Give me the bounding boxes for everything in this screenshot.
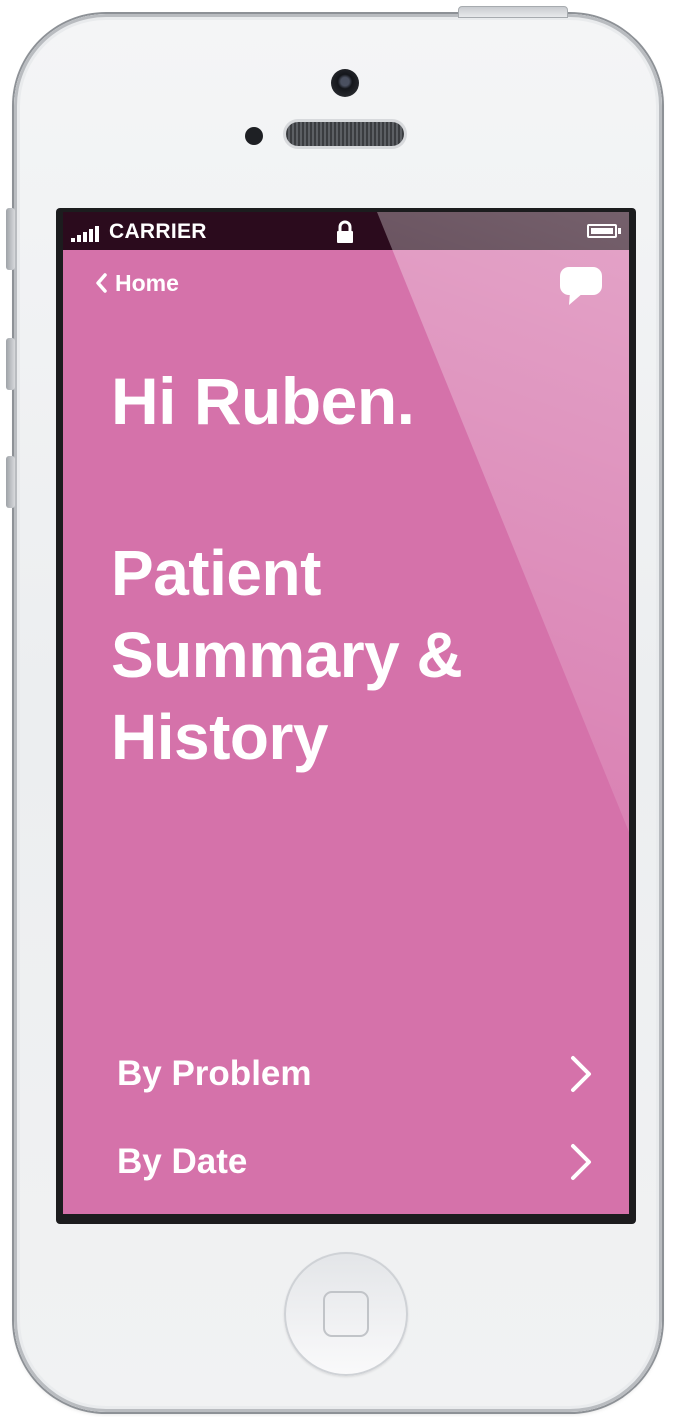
lock-icon xyxy=(337,220,353,243)
menu-item-by-problem[interactable]: By Problem xyxy=(63,1034,629,1114)
chevron-right-icon xyxy=(571,1056,591,1092)
battery-icon xyxy=(587,224,617,238)
menu-item-by-date[interactable]: By Date xyxy=(63,1122,629,1202)
volume-down-button xyxy=(6,456,15,508)
greeting-heading: Hi Ruben. xyxy=(111,364,415,438)
front-camera xyxy=(331,69,359,97)
home-button-square-icon xyxy=(323,1291,369,1337)
chevron-left-icon xyxy=(96,273,107,293)
mute-switch xyxy=(6,208,15,270)
menu-item-label: By Date xyxy=(117,1142,248,1181)
back-button-label: Home xyxy=(115,270,179,296)
chevron-right-icon xyxy=(571,1144,591,1180)
title-line: Summary & xyxy=(111,619,463,691)
title-line: Patient xyxy=(111,537,321,609)
page-title: Patient Summary & History xyxy=(111,532,551,778)
battery-tip xyxy=(618,228,621,234)
screen: CARRIER Home Hi Ruben. Patient Summary & H… xyxy=(63,212,629,1214)
carrier-name: CARRIER xyxy=(109,220,207,243)
title-line: History xyxy=(111,701,329,773)
earpiece-speaker xyxy=(286,122,404,146)
menu-item-label: By Problem xyxy=(117,1054,312,1093)
chat-bubble-icon[interactable] xyxy=(559,266,603,306)
power-button xyxy=(458,6,568,18)
back-button[interactable]: Home xyxy=(95,270,179,297)
volume-up-button xyxy=(6,338,15,390)
signal-strength-icon xyxy=(71,226,107,242)
proximity-sensor xyxy=(245,127,263,145)
status-bar: CARRIER xyxy=(63,212,629,250)
